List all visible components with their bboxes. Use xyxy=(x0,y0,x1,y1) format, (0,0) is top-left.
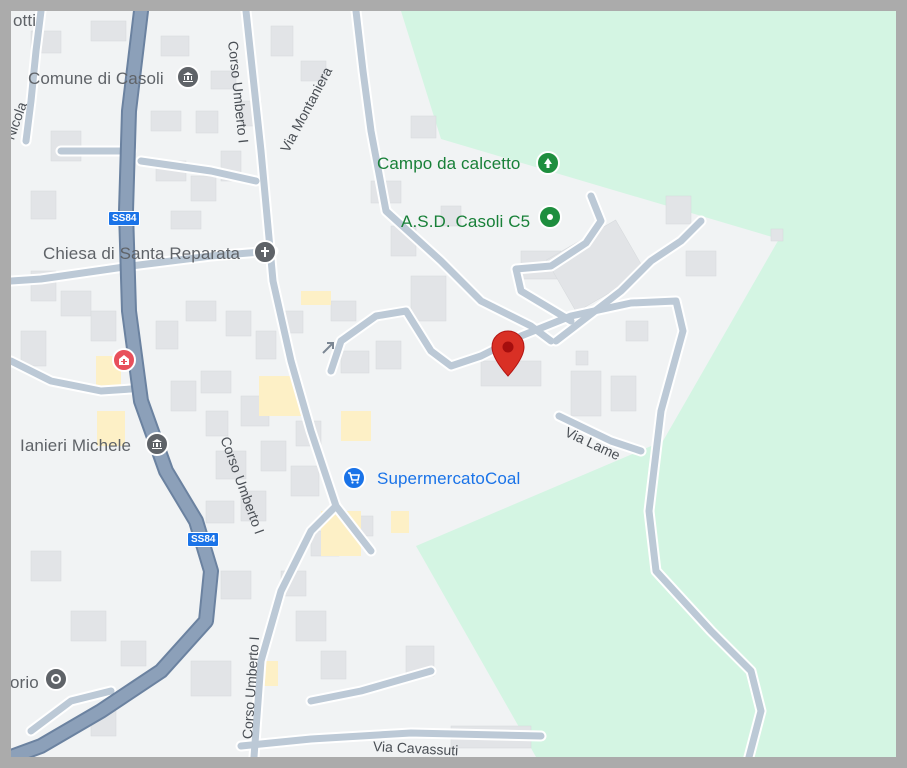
government-building-icon[interactable] xyxy=(176,65,200,89)
label-ianieri-michele[interactable]: Ianieri Michele xyxy=(20,436,131,456)
park-area xyxy=(401,11,896,757)
sports-venue-icon[interactable] xyxy=(538,205,562,229)
road-badge-ss84: SS84 xyxy=(187,532,220,547)
landmark-icon[interactable] xyxy=(44,667,68,691)
label-supermercato-coal[interactable]: SupermercatoCoal xyxy=(377,469,520,489)
shopping-cart-icon[interactable] xyxy=(342,466,366,490)
label-comune-di-casoli[interactable]: Comune di Casoli xyxy=(28,69,164,89)
map-view[interactable]: Comune di Casoli Chiesa di Santa Reparat… xyxy=(11,11,896,757)
one-way-arrow-icon xyxy=(322,342,334,354)
location-pin-icon[interactable] xyxy=(490,329,526,379)
label-campo-da-calcetto[interactable]: Campo da calcetto xyxy=(377,154,520,174)
government-building-icon[interactable] xyxy=(145,432,169,456)
hospital-icon[interactable] xyxy=(112,348,136,372)
label-orio[interactable]: orio xyxy=(11,673,39,693)
label-otti-fragment: otti xyxy=(13,11,37,30)
street-via-cavassuti: Via Cavassuti xyxy=(372,738,459,757)
label-asd-casoli-c5[interactable]: A.S.D. Casoli C5 xyxy=(401,212,530,232)
road-badge-ss84: SS84 xyxy=(108,211,141,226)
park-tree-icon[interactable] xyxy=(536,151,560,175)
label-chiesa-di-santa-reparata[interactable]: Chiesa di Santa Reparata xyxy=(43,244,240,264)
church-cross-icon[interactable] xyxy=(253,240,277,264)
map-canvas[interactable] xyxy=(11,11,896,757)
